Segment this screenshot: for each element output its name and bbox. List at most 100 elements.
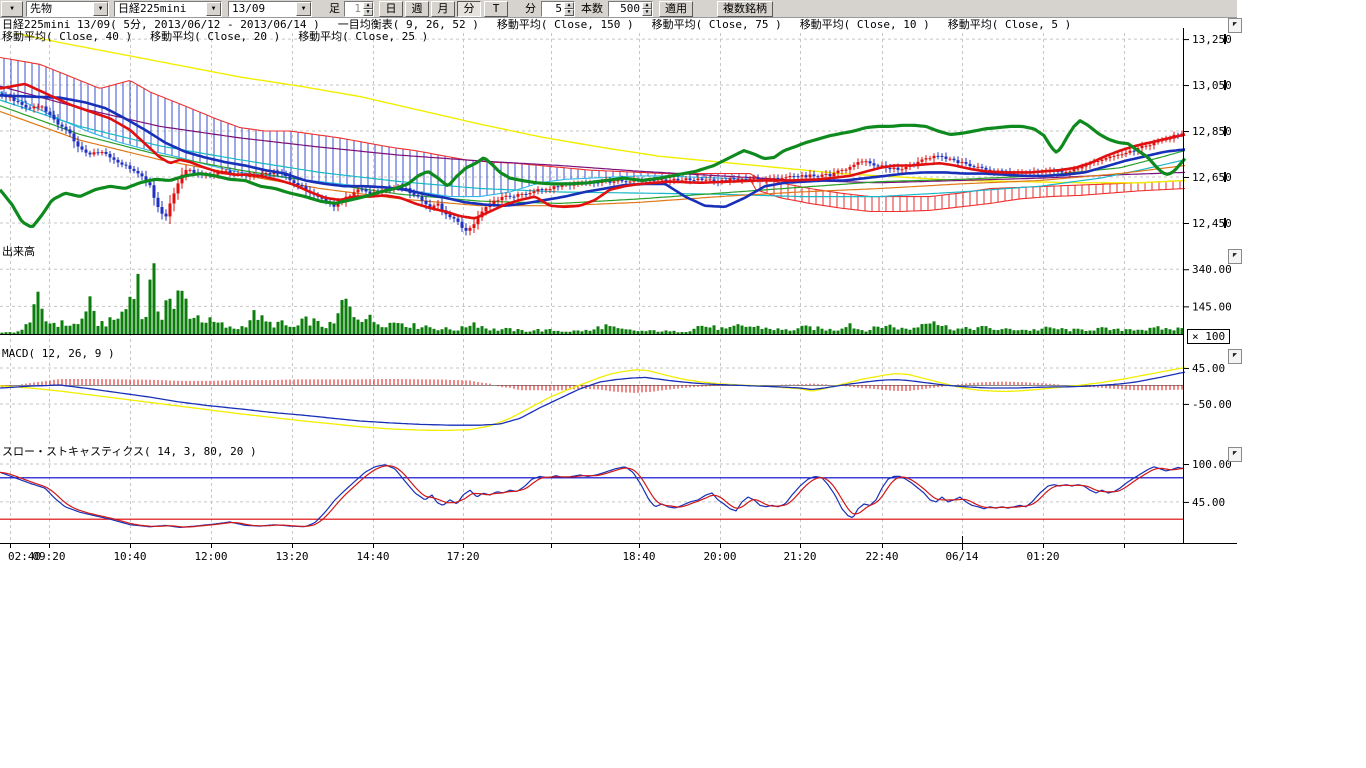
volume-bar	[197, 315, 200, 334]
volume-bar	[241, 326, 244, 334]
volume-bar	[901, 328, 904, 334]
volume-bar	[365, 319, 368, 334]
candle-body	[953, 159, 956, 160]
candle-body	[905, 167, 908, 169]
candle-body	[685, 178, 688, 180]
candle-body	[805, 175, 808, 177]
candle-body	[53, 115, 56, 120]
panel-expand-button-macd[interactable]: ◤	[1228, 349, 1242, 364]
volume-bar	[1057, 329, 1060, 334]
volume-bar	[393, 323, 396, 334]
candle-body	[501, 197, 504, 200]
candle-body	[353, 192, 356, 195]
volume-bar	[905, 329, 908, 334]
volume-bar	[989, 328, 992, 334]
candle-body	[45, 106, 48, 111]
volume-bar	[1177, 328, 1180, 334]
volume-bar	[565, 332, 568, 334]
volume-bar	[625, 329, 628, 334]
volume-multiplier-badge: × 100	[1187, 329, 1230, 344]
volume-bar	[73, 324, 76, 334]
axis-edge-mark	[1224, 34, 1226, 44]
volume-bar	[189, 319, 192, 334]
candle-body	[925, 158, 928, 159]
candle-body	[13, 97, 16, 101]
volume-bar	[569, 332, 572, 334]
candle-body	[705, 180, 708, 181]
candle-body	[365, 189, 368, 191]
volume-bar	[593, 329, 596, 334]
panel-expand-button-volume[interactable]: ◤	[1228, 249, 1242, 264]
volume-bar	[261, 315, 264, 334]
candle-body	[525, 194, 528, 195]
candle-body	[1077, 168, 1080, 169]
candle-body	[505, 196, 508, 197]
chart-canvas[interactable]: 13,25013,05012,85012,65012,450340.00145.…	[0, 0, 1237, 576]
candle-body	[21, 102, 24, 105]
chart-window: ▼ 先物 ▼ 日経225mini ▼ 13/09 ▼ 足 1 ▲▼ 日 週 月 …	[0, 0, 1366, 768]
candle-body	[1113, 156, 1116, 157]
candle-body	[965, 162, 968, 164]
candle-body	[169, 203, 172, 216]
volume-bar	[409, 328, 412, 334]
candle-body	[29, 108, 32, 109]
axis-tick-label: 145.00	[1192, 300, 1232, 313]
candle-body	[189, 170, 192, 171]
volume-bar	[477, 328, 480, 334]
volume-bar	[817, 326, 820, 334]
volume-bar	[657, 332, 660, 334]
volume-bar	[789, 331, 792, 334]
volume-bar	[473, 322, 476, 334]
candle-body	[889, 168, 892, 169]
volume-bar	[293, 327, 296, 334]
volume-bar	[745, 327, 748, 334]
candle-body	[421, 197, 424, 201]
candle-body	[821, 175, 824, 177]
panel-expand-button-stoch[interactable]: ◤	[1228, 447, 1242, 462]
candle-body	[557, 186, 560, 187]
volume-bar	[873, 326, 876, 334]
volume-bar	[157, 311, 160, 334]
candle-body	[121, 162, 124, 164]
volume-bar	[93, 311, 96, 334]
volume-bar	[1001, 329, 1004, 334]
candle-body	[625, 181, 628, 182]
volume-bar	[281, 320, 284, 334]
panel-expand-button-price[interactable]: ◤	[1228, 18, 1242, 33]
volume-bar	[89, 296, 92, 334]
volume-bar	[925, 324, 928, 334]
candle-body	[777, 178, 780, 179]
volume-bar	[237, 329, 240, 334]
volume-bar	[269, 322, 272, 334]
volume-bar	[17, 331, 20, 334]
candle-body	[509, 196, 512, 197]
volume-bar	[661, 332, 664, 334]
volume-bar	[513, 331, 516, 334]
candle-body	[449, 214, 452, 217]
candle-body	[849, 167, 852, 170]
candle-body	[105, 152, 108, 154]
volume-bar	[161, 320, 164, 334]
volume-bar	[325, 328, 328, 334]
volume-bar	[349, 307, 352, 334]
volume-bar	[973, 330, 976, 334]
candle-body	[1109, 157, 1112, 159]
volume-bar	[329, 322, 332, 334]
candle-body	[897, 168, 900, 170]
volume-bar	[497, 331, 500, 334]
volume-bar	[253, 310, 256, 334]
volume-bar	[457, 331, 460, 334]
volume-bar	[945, 325, 948, 334]
volume-bar	[713, 325, 716, 334]
candle-body	[173, 193, 176, 203]
volume-bar	[893, 327, 896, 334]
volume-bar	[289, 327, 292, 334]
volume-bar	[185, 299, 188, 334]
volume-bar	[417, 329, 420, 334]
volume-bar	[913, 328, 916, 334]
volume-bar	[573, 330, 576, 334]
volume-bar	[249, 320, 252, 334]
volume-bar	[1061, 328, 1064, 334]
volume-bar	[97, 326, 100, 334]
x-axis-label: 01:20	[1026, 550, 1059, 563]
